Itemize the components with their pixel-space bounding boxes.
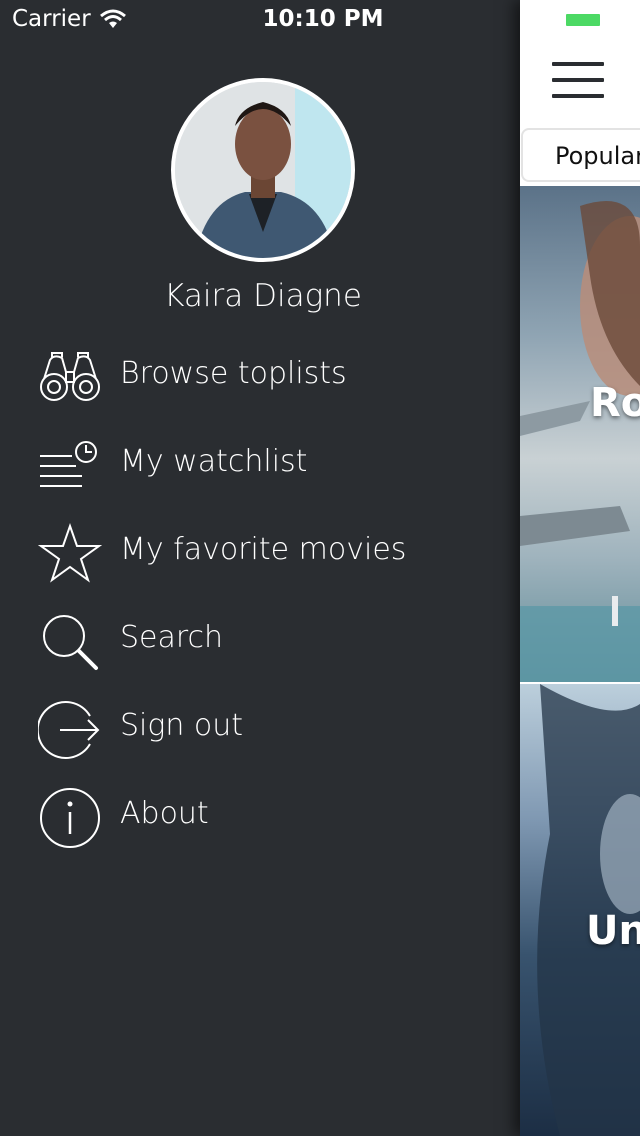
menu-item-my-favorite-movies[interactable]: My favorite movies	[0, 510, 520, 598]
watchlist-clock-icon	[40, 441, 97, 487]
menu-item-label: My watchlist	[120, 444, 308, 479]
menu-item-search[interactable]: Search	[0, 598, 520, 686]
poster-title: Ro	[590, 380, 640, 426]
sign-out-icon	[38, 701, 100, 759]
main-screen: Popular Ro Un	[520, 0, 640, 1136]
menu-item-label: My favorite movies	[120, 532, 407, 567]
menu-item-label: Search	[120, 620, 224, 655]
menu-item-my-watchlist[interactable]: My watchlist	[0, 422, 520, 510]
menu-item-sign-out[interactable]: Sign out	[0, 686, 520, 774]
menu-item-label: About	[120, 796, 209, 831]
menu-item-label: Browse toplists	[120, 356, 347, 391]
segment-label: Popular	[555, 142, 640, 170]
menu-item-browse-toplists[interactable]: Browse toplists	[0, 334, 520, 422]
movie-poster[interactable]: Un	[520, 684, 640, 1136]
drawer-menu: Browse toplists My watchlist My favorite…	[0, 334, 520, 862]
hamburger-menu-icon[interactable]	[552, 62, 604, 100]
star-icon	[38, 522, 102, 583]
side-drawer: Kaira Diagne Browse toplists My watchlis…	[0, 0, 520, 1136]
search-icon	[43, 615, 98, 670]
segment-popular[interactable]: Popular	[521, 128, 640, 182]
poster-title: Un	[586, 908, 640, 954]
charging-bolt-icon	[617, 8, 629, 32]
info-icon	[40, 788, 100, 848]
menu-item-about[interactable]: About	[0, 774, 520, 862]
avatar[interactable]	[171, 78, 355, 262]
battery-icon	[562, 10, 607, 30]
user-name: Kaira Diagne	[164, 278, 362, 314]
binoculars-icon	[40, 352, 100, 401]
movie-poster[interactable]: Ro	[520, 186, 640, 682]
menu-item-label: Sign out	[120, 708, 244, 743]
